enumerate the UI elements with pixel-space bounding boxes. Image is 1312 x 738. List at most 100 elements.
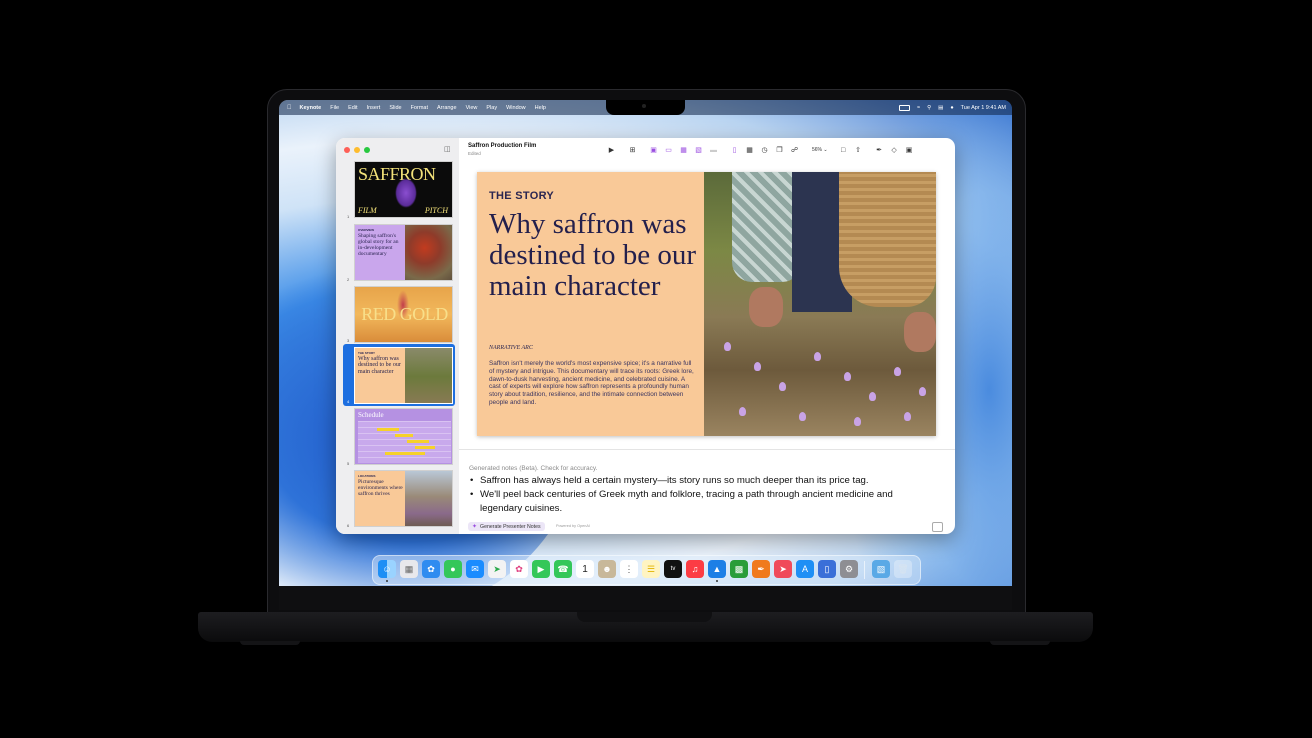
tv-icon[interactable]: tv [664,560,682,578]
safari-icon[interactable]: ✿ [422,560,440,578]
keynote-icon[interactable]: ▲ [708,560,726,578]
photo-flower [844,372,851,381]
search-icon[interactable]: ⚲ [927,105,931,111]
system-settings-icon[interactable]: ⚙ [840,560,858,578]
slide-body-text[interactable]: Saffron isn't merely the world's most ex… [489,360,694,407]
camera-notch [606,100,685,115]
narrative-arc-label[interactable]: NARRATIVE ARC [489,345,533,351]
toolbar: ▶ ⊞ ▣ ▭ ▦ ▧ ▬ ▯ ▦ ◷ ❐ ☍ 56% ⌄ □ ⇧ ✒ ◇ ▣ [606,144,915,156]
bullet-dot: • [470,489,474,500]
magic-move-icon[interactable]: ▭ [663,145,674,156]
image-playground-icon[interactable]: ▦ [678,145,689,156]
menu-clock[interactable]: Tue Apr 1 9:41 AM [961,105,1006,111]
menu-view[interactable]: View [466,105,478,111]
music-icon[interactable]: ♫ [686,560,704,578]
slide-thumbnail[interactable]: Schedule [354,408,453,465]
text-icon[interactable]: ❐ [774,145,785,156]
chart-icon[interactable]: ◷ [759,145,770,156]
downloads-folder-icon[interactable]: ▧ [872,560,890,578]
bullet-dot: • [470,475,474,486]
contacts-icon[interactable]: ☻ [598,560,616,578]
shape-icon[interactable]: ▯ [729,145,740,156]
notes-chat-icon[interactable] [932,522,943,532]
pages-icon[interactable]: ✒ [752,560,770,578]
media-icon[interactable]: ☍ [789,145,800,156]
menu-help[interactable]: Help [535,105,546,111]
schedule-bar [407,440,429,443]
facetime-icon[interactable]: ▶ [532,560,550,578]
mail-icon[interactable]: ✉ [466,560,484,578]
writing-tools-icon[interactable]: ▣ [648,145,659,156]
generate-presenter-notes-button[interactable]: ✦ Generate Presenter Notes [468,522,545,531]
sidebar-toggle-icon[interactable]: ◫ [444,145,451,153]
add-slide-icon[interactable]: ⊞ [627,145,638,156]
menu-play[interactable]: Play [486,105,497,111]
slide-thumbnail[interactable]: LOCATIONS Picturesque environments where… [354,470,453,527]
generate-button-label: Generate Presenter Notes [480,523,541,530]
slide-number: 3 [347,338,350,343]
menu-file[interactable]: File [330,105,339,111]
presenter-notes[interactable]: • Saffron has always held a certain myste… [470,474,930,516]
numbers-icon[interactable]: ▩ [730,560,748,578]
notes-bullet-text[interactable]: Saffron has always held a certain myster… [480,474,869,488]
slide-thumbnail[interactable]: OVERVIEW Shaping saffron's global story … [354,224,453,281]
calendar-icon[interactable]: 1 [576,560,594,578]
slide-thumbnail[interactable]: SAFFRON FILM PITCH [354,161,453,218]
reminders-icon[interactable]: ⋮ [620,560,638,578]
app-store-icon[interactable]: A [796,560,814,578]
menu-edit[interactable]: Edit [348,105,357,111]
iphone-mirroring-icon[interactable]: ▯ [818,560,836,578]
wifi-icon[interactable]: ≈ [917,105,920,111]
battery-icon[interactable] [899,104,911,111]
slide-thumbnail[interactable]: RED GOLD [354,286,453,343]
thumbnail-kicker: LOCATIONS [358,474,376,478]
close-icon[interactable] [344,147,350,153]
photos-icon[interactable]: ✿ [510,560,528,578]
slide-number: 6 [347,523,350,528]
thumbnail-sub-right: PITCH [424,206,448,215]
slide-navigator: ◫ SAFFRON FILM PITCH 1 OVERVIEW Shaping … [336,138,459,534]
play-icon[interactable]: ▶ [606,145,617,156]
table-icon[interactable]: ▦ [744,145,755,156]
comment-icon[interactable]: □ [838,145,849,156]
phone-icon[interactable]: ☎ [554,560,572,578]
menu-insert[interactable]: Insert [367,105,381,111]
share-icon[interactable]: ⇧ [853,145,864,156]
photo-flower [904,412,911,421]
slide-text-panel: THE STORY Why saffron was destined to be… [477,172,704,436]
photo-flower [814,352,821,361]
messages-icon[interactable]: ● [444,560,462,578]
trash-icon[interactable]: 🗑 [894,560,912,578]
slide-canvas[interactable]: THE STORY Why saffron was destined to be… [477,172,936,436]
menu-window[interactable]: Window [506,105,526,111]
genmoji-icon[interactable]: ▧ [693,145,704,156]
animate-icon[interactable]: ◇ [889,145,900,156]
slide-kicker[interactable]: THE STORY [489,190,554,202]
photo-flower [919,387,926,396]
finder-icon[interactable]: ☺ [378,560,396,578]
menu-arrange[interactable]: Arrange [437,105,457,111]
maps-icon[interactable]: ➤ [488,560,506,578]
format-brush-icon[interactable]: ✒ [874,145,885,156]
document-icon[interactable]: ▣ [904,145,915,156]
slide-thumbnail-selected[interactable]: THE STORY Why saffron was destined to be… [354,347,453,404]
apple-menu-icon[interactable]:  [287,105,292,111]
rocket-icon[interactable]: ➤ [774,560,792,578]
zoom-menu[interactable]: 56% ⌄ [810,145,830,156]
menu-app-name[interactable]: Keynote [300,105,322,111]
saffron-harvest-photo[interactable] [704,172,936,436]
notes-bullet-text[interactable]: We'll peel back centuries of Greek myth … [480,488,930,516]
keynote-window: ◫ SAFFRON FILM PITCH 1 OVERVIEW Shaping … [336,138,955,534]
zoom-icon[interactable] [364,147,370,153]
slide-headline[interactable]: Why saffron was destined to be our main … [489,209,699,302]
minimize-icon[interactable] [354,147,360,153]
launchpad-icon[interactable]: ▦ [400,560,418,578]
notes-bullet[interactable]: • We'll peel back centuries of Greek myth… [470,488,930,516]
menu-slide[interactable]: Slide [389,105,401,111]
menu-format[interactable]: Format [411,105,428,111]
notes-bullet[interactable]: • Saffron has always held a certain myste… [470,474,930,488]
notes-icon[interactable]: ☰ [642,560,660,578]
running-indicator [716,580,718,582]
siri-icon[interactable]: ● [950,105,953,111]
control-center-icon[interactable]: ▤ [938,105,943,111]
